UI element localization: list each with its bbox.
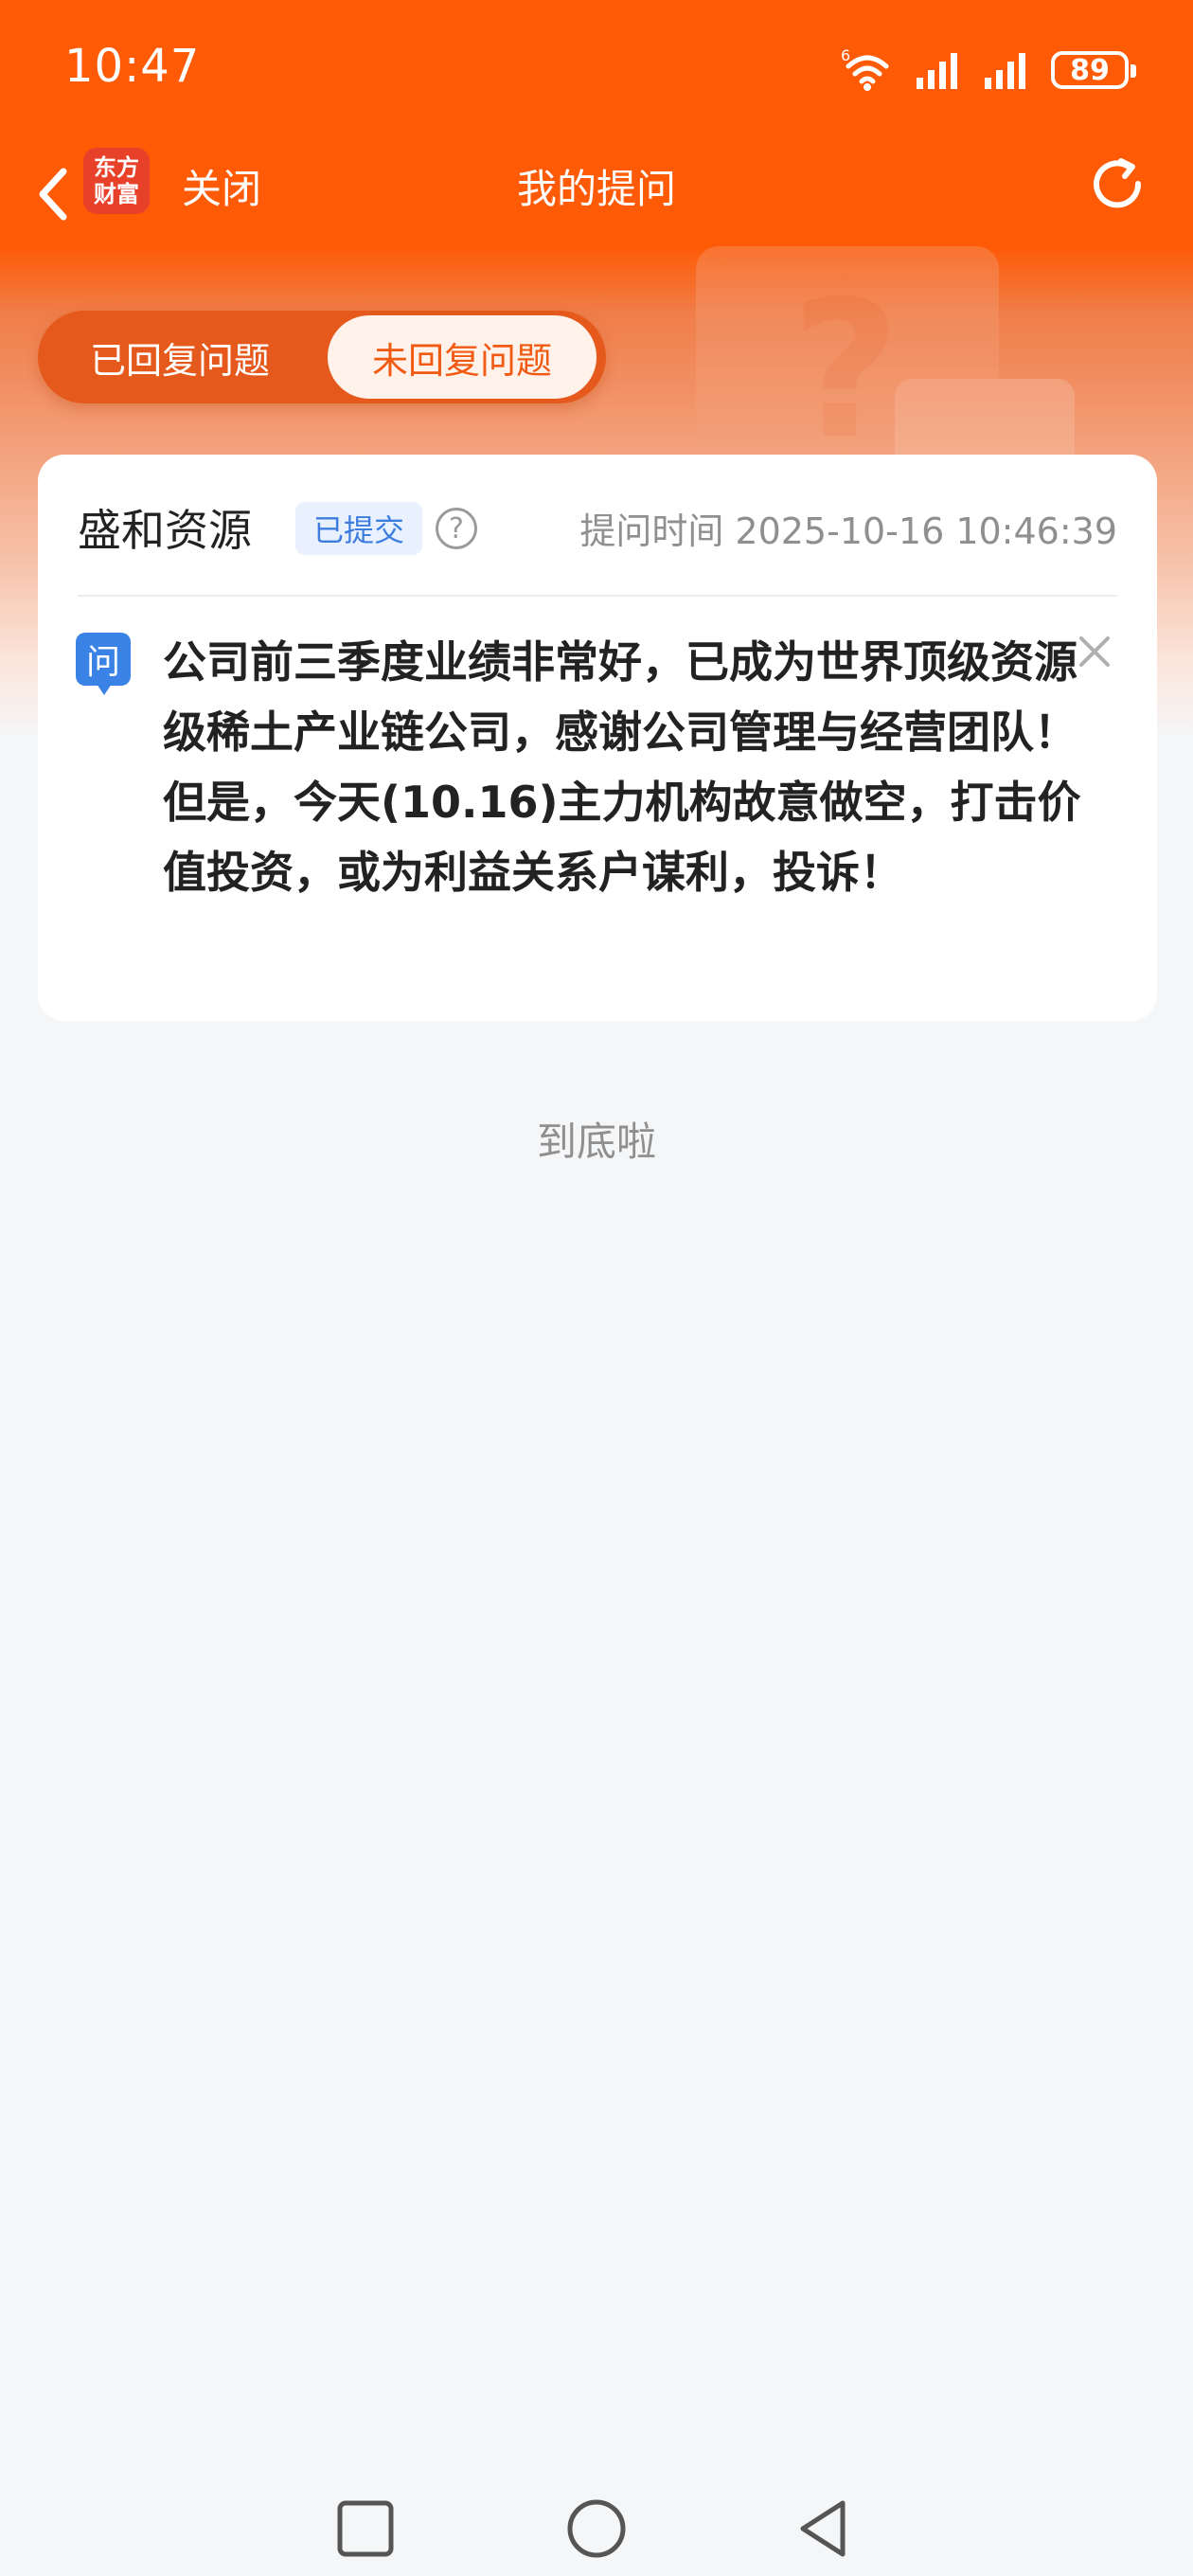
refresh-icon [1094,158,1142,208]
battery-icon: 89 [1051,51,1136,89]
triangle-nav-icon [800,2500,846,2557]
ask-time-value: 2025-10-16 10:46:39 [735,510,1117,552]
tab-unreplied[interactable]: 未回复问题 [328,315,596,399]
company-name[interactable]: 盛和资源 [78,496,252,559]
status-time: 10:47 [64,40,201,93]
circle-nav-icon [567,2499,626,2558]
back-nav-button[interactable] [786,2491,862,2567]
home-button[interactable] [559,2491,634,2567]
page: ? 10:47 6 89 东方财富 关闭 我的提问 已回复问题 未回复问题 盛和… [0,0,1193,2576]
status-badge: 已提交 [295,502,422,555]
help-icon[interactable]: ? [436,508,477,549]
status-icons: 6 89 [841,45,1136,95]
refresh-button[interactable] [1079,146,1155,222]
system-nav-bar [0,2491,1193,2576]
signal-icon [917,53,957,89]
square-nav-icon [337,2500,394,2557]
ask-time: 提问时间 2025-10-16 10:46:39 [579,502,1117,554]
divider [78,595,1117,597]
wifi-icon: 6 [841,47,889,91]
status-bar: 10:47 6 89 [0,0,1193,142]
svg-text:6: 6 [841,47,850,64]
recent-apps-button[interactable] [328,2491,403,2567]
nav-bar: 东方财富 关闭 我的提问 [0,142,1193,246]
svg-text:?: ? [791,260,900,481]
question-tabs: 已回复问题 未回复问题 [38,311,606,403]
signal-icon [985,53,1025,89]
page-title: 我的提问 [516,166,676,212]
question-text: 公司前三季度业绩非常好，已成为世界顶级资源级稀土产业链公司，感谢公司管理与经营团… [163,636,1081,898]
question-icon: 问 [76,633,131,695]
ask-time-label: 提问时间 [579,510,724,552]
delete-question-button[interactable] [1074,631,1115,672]
close-icon [1079,636,1110,667]
tab-replied[interactable]: 已回复问题 [38,315,322,399]
end-of-list-text: 到底啦 [536,1118,656,1165]
battery-level: 89 [1070,53,1110,87]
question-card: 盛和资源 已提交 ? 提问时间 2025-10-16 10:46:39 问 公司前… [38,455,1157,1021]
